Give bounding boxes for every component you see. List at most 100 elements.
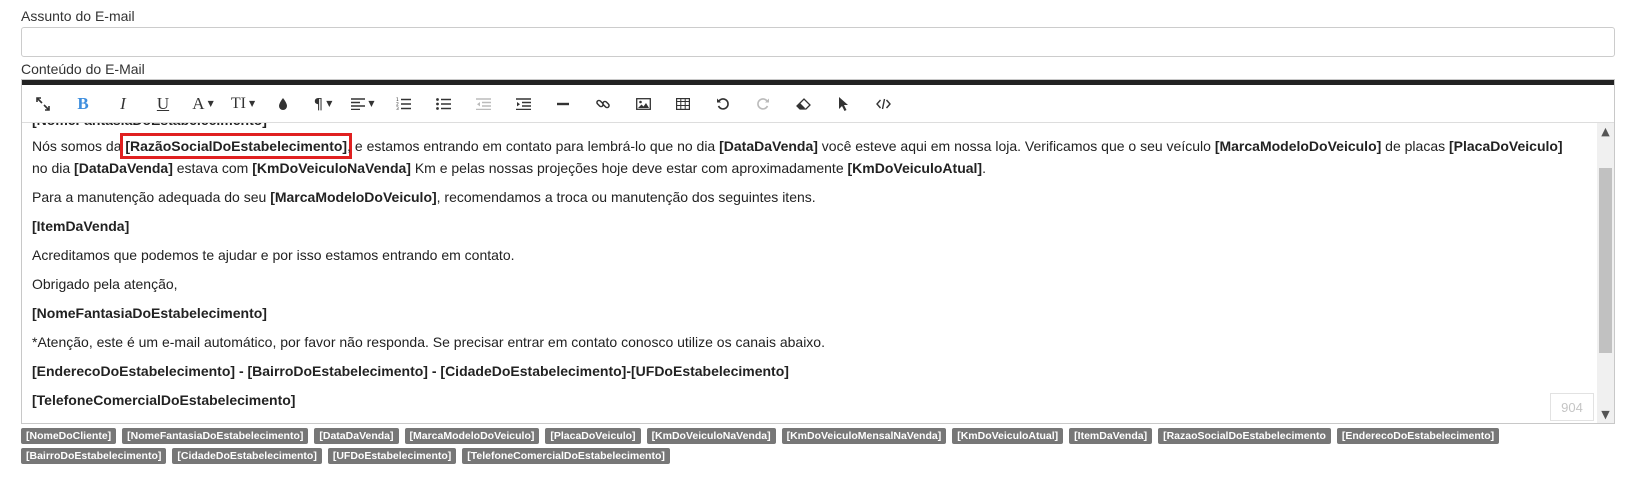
placeholder-tag[interactable]: [MarcaModeloDoVeiculo]	[404, 428, 540, 444]
bold-button[interactable]: B	[66, 89, 100, 119]
placeholder-tag[interactable]: [CidadeDoEstabelecimento]	[172, 448, 322, 464]
placeholder-tag[interactable]: [KmDoVeiculoMensalNaVenda]	[781, 428, 947, 444]
fullscreen-button[interactable]	[26, 89, 60, 119]
unordered-list-button[interactable]	[426, 89, 460, 119]
placeholder-tag[interactable]: [UFDoEstabelecimento]	[327, 448, 457, 464]
code-view-icon	[875, 98, 891, 109]
chevron-down-icon: ▼	[207, 99, 214, 108]
text-segment: Km e pelas nossas projeções hoje deve es…	[410, 160, 848, 176]
paragraph-phone: [TelefoneComercialDoEstabelecimento]	[32, 392, 296, 408]
placeholder-tag[interactable]: [RazaoSocialDoEstabelecimento	[1158, 428, 1331, 444]
email-body[interactable]: [NomeFantasiaDoEstabelecimento] Nós somo…	[22, 123, 1588, 420]
align-icon	[351, 97, 366, 110]
link-icon	[596, 99, 610, 108]
placeholder-token: [DataDaVenda]	[74, 160, 173, 176]
content-label: Conteúdo do E-Mail	[21, 61, 145, 77]
cursor-icon	[838, 97, 848, 111]
underline-button[interactable]: U	[146, 89, 180, 119]
editor-scrollbar[interactable]: ▲ ▼	[1597, 123, 1614, 423]
placeholder-token: [MarcaModeloDoVeiculo]	[1214, 138, 1382, 154]
placeholder-tag[interactable]: [KmDoVeiculoNaVenda]	[646, 428, 776, 444]
horizontal-rule-icon	[557, 102, 569, 105]
indent-icon	[515, 97, 531, 110]
ordered-list-button[interactable]: 123	[386, 89, 420, 119]
code-view-button[interactable]	[866, 89, 900, 119]
placeholder-token: [PlacaDoVeiculo]	[1449, 138, 1563, 154]
placeholder-tag[interactable]: [ItemDaVenda]	[1069, 428, 1153, 444]
table-button[interactable]	[666, 89, 700, 119]
fullscreen-icon	[36, 96, 50, 111]
indent-button[interactable]	[506, 89, 540, 119]
text-segment: no dia	[32, 160, 75, 176]
paragraph-signature: [NomeFantasiaDoEstabelecimento]	[32, 305, 267, 321]
placeholder-token: [KmDoVeiculoAtual]	[847, 160, 983, 176]
placeholder-token: [MarcaModeloDoVeiculo]	[270, 189, 437, 205]
text-segment: , e estamos entrando em contato para lem…	[347, 138, 720, 154]
placeholder-tag[interactable]: [TelefoneComercialDoEstabelecimento]	[462, 448, 670, 464]
horizontal-rule-button[interactable]	[546, 89, 580, 119]
placeholder-tag[interactable]: [DataDaVenda]	[314, 428, 399, 444]
placeholder-token: [KmDoVeiculoNaVenda]	[252, 160, 411, 176]
background-color-button[interactable]	[266, 89, 300, 119]
background-color-icon	[279, 97, 287, 110]
subject-label: Assunto do E-mail	[21, 8, 135, 24]
subject-input[interactable]	[21, 27, 1615, 57]
paragraph-notice: *Atenção, este é um e-mail automático, p…	[32, 334, 825, 350]
link-button[interactable]	[586, 89, 620, 119]
paragraph-intro: Nós somos da [RazãoSocialDoEstabelecimen…	[32, 133, 1578, 178]
undo-button[interactable]	[706, 89, 740, 119]
placeholder-tag[interactable]: [KmDoVeiculoAtual]	[952, 428, 1064, 444]
italic-button[interactable]: I	[106, 89, 140, 119]
placeholder-tag[interactable]: [BairroDoEstabelecimento]	[21, 448, 167, 464]
highlighted-placeholder: [RazãoSocialDoEstabelecimento]	[120, 133, 353, 159]
chevron-up-icon[interactable]: ▲	[1597, 123, 1614, 140]
editor-content-area[interactable]: [NomeFantasiaDoEstabelecimento] Nós somo…	[22, 123, 1614, 423]
paragraph-continuation: [NomeFantasiaDoEstabelecimento]	[32, 123, 1578, 130]
cursor-button[interactable]	[826, 89, 860, 119]
paragraph-style-button[interactable]: ¶ ▼	[306, 89, 340, 119]
text-segment: .	[982, 160, 986, 176]
table-icon	[676, 97, 690, 110]
placeholder-tag[interactable]: [NomeFantasiaDoEstabelecimento]	[122, 428, 309, 444]
svg-text:3: 3	[396, 106, 399, 110]
paragraph-style-icon: ¶	[313, 94, 324, 113]
placeholder-tag[interactable]: [PlacaDoVeiculo]	[545, 428, 641, 444]
eraser-button[interactable]	[786, 89, 820, 119]
font-size-icon: TI	[230, 94, 246, 112]
italic-icon: I	[120, 93, 126, 113]
text-segment: você esteve aqui em nossa loja. Verifica…	[817, 138, 1215, 154]
text-segment: estava com	[172, 160, 253, 176]
image-icon	[635, 97, 651, 110]
paragraph-item: [ItemDaVenda]	[32, 218, 130, 234]
eraser-icon	[795, 97, 811, 110]
chevron-down-icon[interactable]: ▼	[1597, 406, 1614, 423]
underline-icon: U	[156, 93, 170, 113]
placeholder-token: [DataDaVenda]	[719, 138, 818, 154]
image-button[interactable]	[626, 89, 660, 119]
font-size-button[interactable]: TI ▼	[226, 89, 260, 119]
word-count: 904	[1550, 393, 1594, 421]
font-color-button[interactable]: A ▼	[186, 89, 220, 119]
chevron-down-icon: ▼	[326, 99, 333, 108]
text-segment: Para a manutenção adequada do seu	[32, 189, 271, 205]
text-segment: , recomendamos a troca ou manutenção dos…	[436, 189, 816, 205]
chevron-down-icon: ▼	[248, 99, 256, 108]
placeholder-tag-list: [NomeDoCliente] [NomeFantasiaDoEstabeleci…	[21, 428, 1621, 468]
placeholder-tag[interactable]: [NomeDoCliente]	[21, 428, 117, 444]
paragraph-address: [EnderecoDoEstabelecimento] - [BairroDoE…	[32, 363, 789, 379]
align-button[interactable]: ▼	[346, 89, 380, 119]
clipped-placeholder: [NomeFantasiaDoEstabelecimento]	[32, 123, 267, 128]
unordered-list-icon	[435, 97, 451, 110]
text-segment: de placas	[1381, 138, 1449, 154]
bold-icon: B	[77, 93, 89, 113]
undo-icon	[717, 97, 729, 110]
scrollbar-thumb[interactable]	[1599, 168, 1612, 353]
outdent-icon	[475, 97, 491, 110]
placeholder-tag[interactable]: [EnderecoDoEstabelecimento]	[1336, 428, 1500, 444]
font-color-icon: A	[192, 93, 205, 113]
paragraph-help: Acreditamos que podemos te ajudar e por …	[32, 247, 515, 263]
redo-button[interactable]	[746, 89, 780, 119]
paragraph-maintenance: Para a manutenção adequada do seu [Marca…	[32, 188, 1578, 207]
paragraph-thanks: Obrigado pela atenção,	[32, 276, 178, 292]
outdent-button[interactable]	[466, 89, 500, 119]
